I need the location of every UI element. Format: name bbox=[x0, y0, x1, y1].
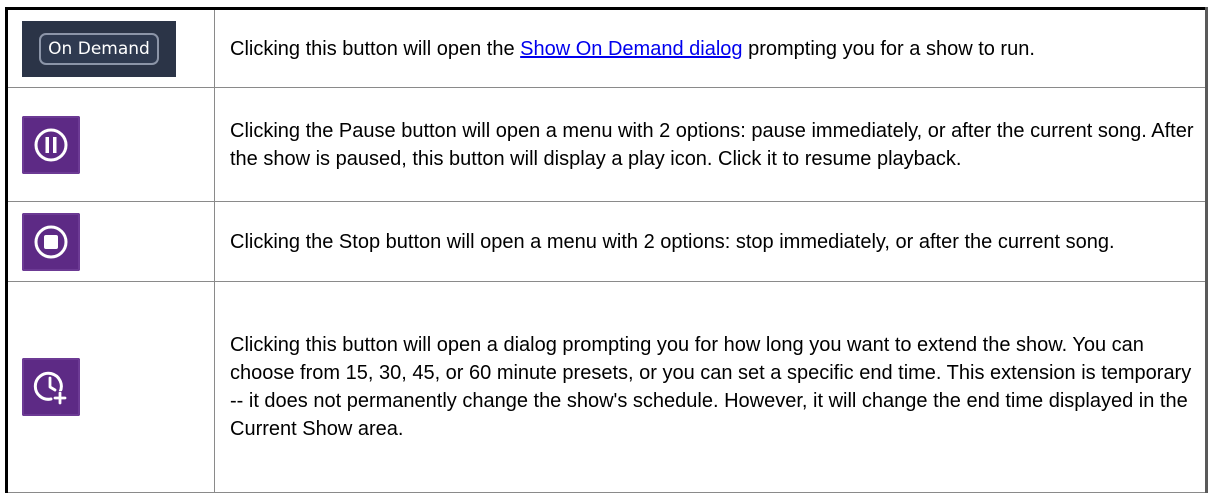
on-demand-button-image: On Demand bbox=[22, 20, 176, 77]
description-text: Clicking the Pause button will open a me… bbox=[230, 119, 1194, 170]
description-cell: Clicking the Stop button will open a men… bbox=[214, 201, 1207, 282]
description-cell: Clicking the Pause button will open a me… bbox=[214, 87, 1207, 202]
table-row: Clicking this button will open a dialog … bbox=[6, 281, 1207, 493]
description-cell: Clicking this button will open the Show … bbox=[214, 8, 1207, 88]
description-text: Clicking this button will open the bbox=[230, 37, 521, 60]
show-on-demand-dialog-link[interactable]: Show On Demand dialog bbox=[520, 38, 742, 60]
table-row: Clicking the Pause button will open a me… bbox=[6, 87, 1207, 202]
table-row: On Demand Clicking this button will open… bbox=[6, 8, 1207, 88]
description-text: Clicking the Stop button will open a men… bbox=[230, 230, 1115, 253]
description-text: prompting you for a show to run. bbox=[742, 37, 1035, 60]
icon-cell bbox=[6, 87, 215, 202]
description-cell: Clicking this button will open a dialog … bbox=[214, 281, 1207, 493]
icon-cell bbox=[6, 281, 215, 493]
on-demand-button-label: On Demand bbox=[39, 32, 159, 65]
table-row: Clicking the Stop button will open a men… bbox=[6, 201, 1207, 282]
help-table: On Demand Clicking this button will open… bbox=[5, 7, 1208, 493]
icon-cell bbox=[6, 201, 215, 282]
description-text: Clicking this button will open a dialog … bbox=[230, 334, 1192, 440]
pause-icon bbox=[22, 115, 80, 174]
icon-cell: On Demand bbox=[6, 8, 215, 88]
clock-plus-icon bbox=[22, 358, 80, 416]
stop-icon bbox=[22, 212, 80, 271]
